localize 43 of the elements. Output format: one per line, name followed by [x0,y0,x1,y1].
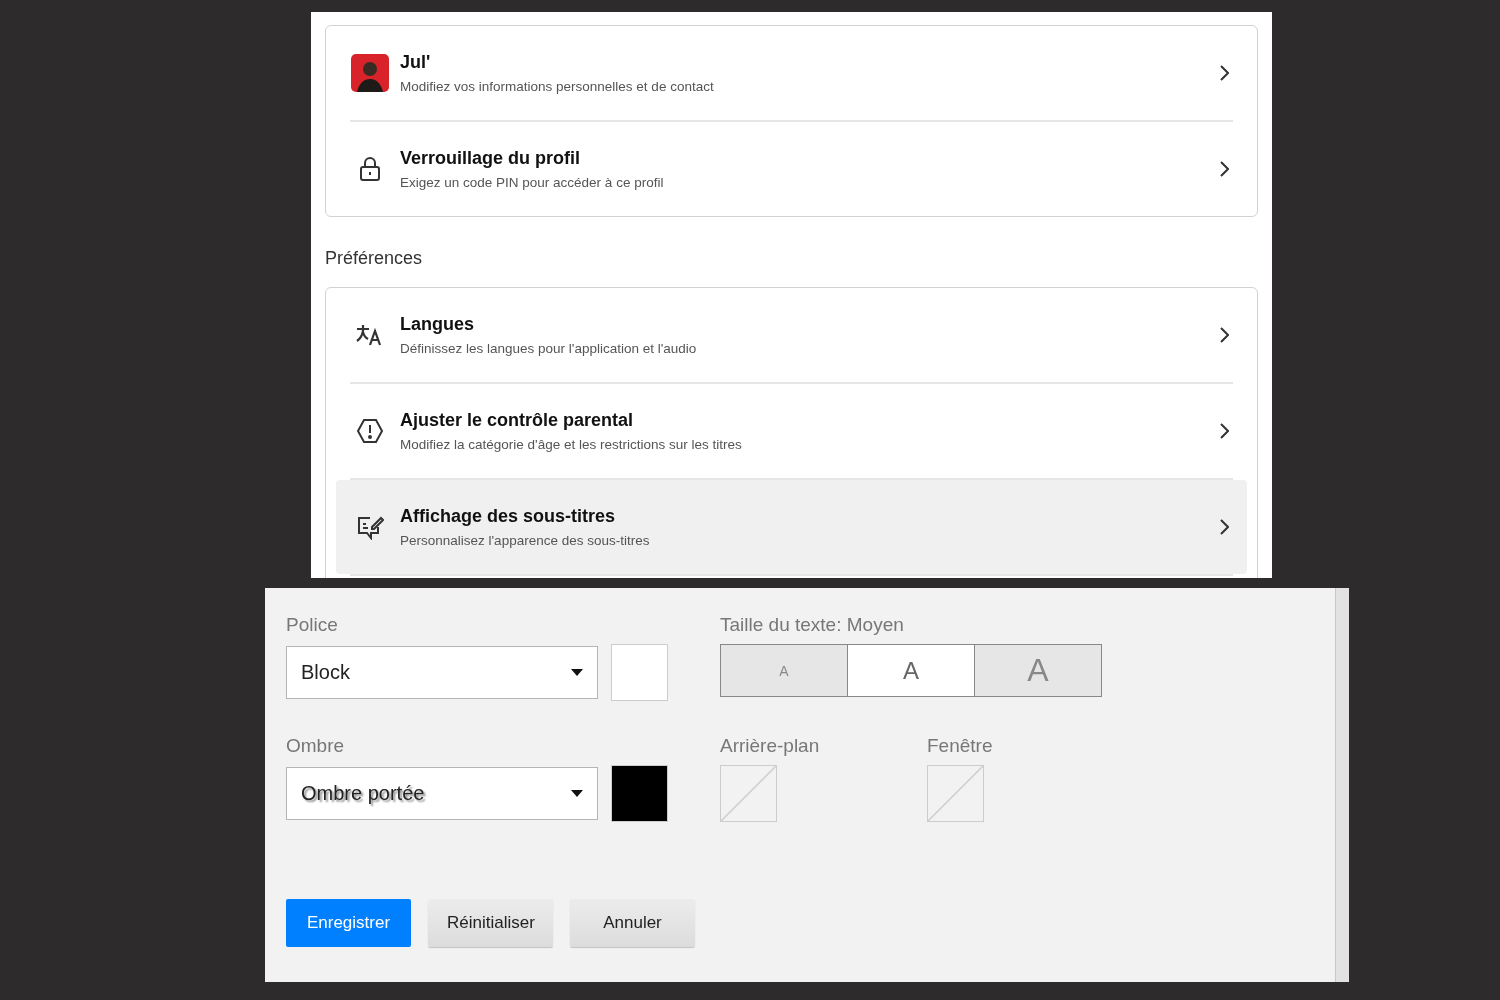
color-swatch[interactable] [611,644,668,701]
row-description: Modifiez vos informations personnelles et de contact [400,79,715,94]
scrollbar[interactable] [1335,588,1349,982]
chevron-right-icon [1219,423,1229,439]
settings-row[interactable]: Verrouillage du profil Exigez un code PIN pour accéder à ce profil [336,122,1247,216]
row-description: Personnalisez l'apparence des sous-titres [400,533,651,548]
chevron-right-icon [1219,327,1229,343]
action-button[interactable]: Réinitialiser [428,899,553,947]
chevron-right-icon [1219,161,1229,177]
action-button[interactable]: Annuler [570,899,695,947]
subtitle-edit-icon [356,514,384,540]
chevron-right-icon [1219,519,1229,535]
color-swatch[interactable] [611,765,668,822]
field-label: Fenêtre [927,735,994,757]
no-color-swatch[interactable] [720,765,777,822]
avatar-placeholder [351,54,389,92]
settings-row[interactable]: Affichage des sous-titres Personnalisez l'apparence des sous-titres [336,480,1247,574]
warning-hexagon-icon [356,418,384,444]
settings-row[interactable]: Ajuster le contrôle parental Modifiez la catégorie d'âge et les restrictions sur les titres [336,384,1247,478]
field-label: Arrière-plan [720,735,821,757]
row-title: Jul' [400,52,432,73]
field-label: Taille du texte: Moyen [720,614,905,636]
lock-icon [358,156,382,182]
save-button[interactable]: Enregistrer [286,899,411,947]
no-color-swatch[interactable] [927,765,984,822]
row-title: Verrouillage du profil [400,148,582,169]
settings-row[interactable]: Langues Définissez les langues pour l'application et l'audio [336,288,1247,382]
settings-row[interactable]: Jul' Modifiez vos informations personnelles et de contact [336,26,1247,120]
shadow-select[interactable]: Ombre portée [286,767,598,820]
row-description: Modifiez la catégorie d'âge et les restrictions sur les titres [400,437,743,452]
row-title: Affichage des sous-titres [400,506,617,527]
font-select[interactable]: Block [286,646,598,699]
dropdown-caret-icon [571,790,583,797]
chevron-right-icon [1219,65,1229,81]
text-size-option[interactable]: A [848,645,975,696]
row-description: Exigez un code PIN pour accéder à ce profil [400,175,665,190]
row-title: Langues [400,314,475,335]
row-description: Définissez les langues pour l'application et l'audio [400,341,698,356]
row-title: Ajuster le contrôle parental [400,410,635,431]
field-label: Police [286,614,339,636]
dropdown-caret-icon [571,669,583,676]
section-heading: Préférences [325,248,424,269]
field-label: Ombre [286,735,346,757]
